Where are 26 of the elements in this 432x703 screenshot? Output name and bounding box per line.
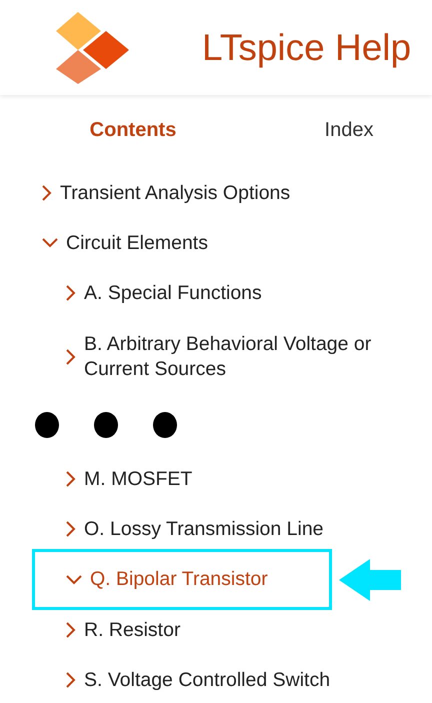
tree-item[interactable]: Transient Analysis Options xyxy=(60,180,290,206)
chevron-right-icon[interactable] xyxy=(66,349,76,365)
chevron-right-icon[interactable] xyxy=(66,622,76,638)
tab[interactable]: Contents xyxy=(90,115,176,145)
dot-icon xyxy=(152,412,178,438)
tree-item[interactable]: M. MOSFET xyxy=(84,466,192,492)
arrow-icon xyxy=(339,558,401,600)
tree-item[interactable]: S. Voltage Controlled Switch xyxy=(84,668,330,692)
tree-item[interactable]: Q. Bipolar Transistor xyxy=(90,567,268,592)
dot-icon xyxy=(34,412,60,438)
tree-item[interactable]: R. Resistor xyxy=(84,618,180,642)
chevron-right-icon[interactable] xyxy=(66,672,76,688)
app-title: LTspice Help xyxy=(202,26,412,70)
tree-item[interactable]: B. Arbitrary Behavioral Voltage or Current Sources xyxy=(84,332,414,382)
chevron-right-icon[interactable] xyxy=(66,285,76,301)
tab[interactable]: Index xyxy=(324,115,374,145)
chevron-right-icon[interactable] xyxy=(42,185,52,201)
dot-icon xyxy=(93,412,119,438)
tree-item[interactable]: O. Lossy Transmission Line xyxy=(84,516,324,542)
chevron-right-icon[interactable] xyxy=(66,521,76,537)
chevron-down-icon[interactable] xyxy=(66,574,82,584)
chevron-right-icon[interactable] xyxy=(66,471,76,487)
chevron-down-icon[interactable] xyxy=(42,238,58,248)
tree-item[interactable]: Circuit Elements xyxy=(66,230,208,256)
tree-item[interactable]: A. Special Functions xyxy=(84,280,262,306)
logo-icon xyxy=(56,12,130,84)
